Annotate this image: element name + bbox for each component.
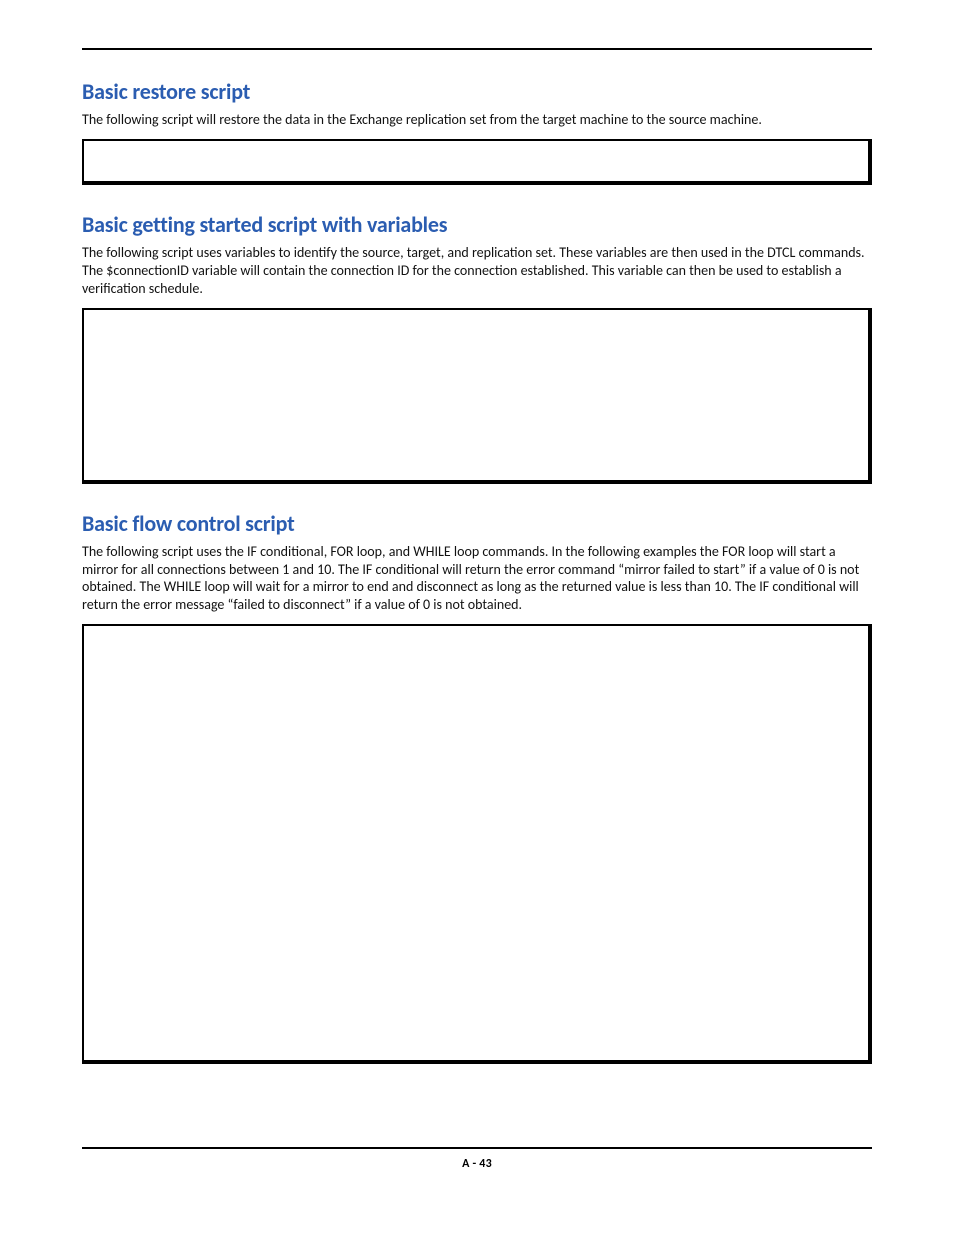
- code-box-getting-started-variables: [82, 308, 872, 484]
- paragraph-basic-restore-script: The following script will restore the da…: [82, 111, 872, 129]
- page-footer: A - 43: [82, 1147, 872, 1171]
- footer-horizontal-rule: [82, 1147, 872, 1149]
- paragraph-getting-started-variables: The following script uses variables to i…: [82, 244, 872, 298]
- top-horizontal-rule: [82, 48, 872, 50]
- page-number: A - 43: [82, 1157, 872, 1171]
- code-box-restore-script: [82, 139, 872, 185]
- heading-basic-restore-script: Basic restore script: [82, 78, 872, 105]
- code-box-flow-control-script: [82, 624, 872, 1064]
- paragraph-flow-control-script: The following script uses the IF conditi…: [82, 543, 872, 615]
- heading-flow-control-script: Basic flow control script: [82, 510, 872, 537]
- heading-getting-started-variables: Basic getting started script with variab…: [82, 211, 872, 238]
